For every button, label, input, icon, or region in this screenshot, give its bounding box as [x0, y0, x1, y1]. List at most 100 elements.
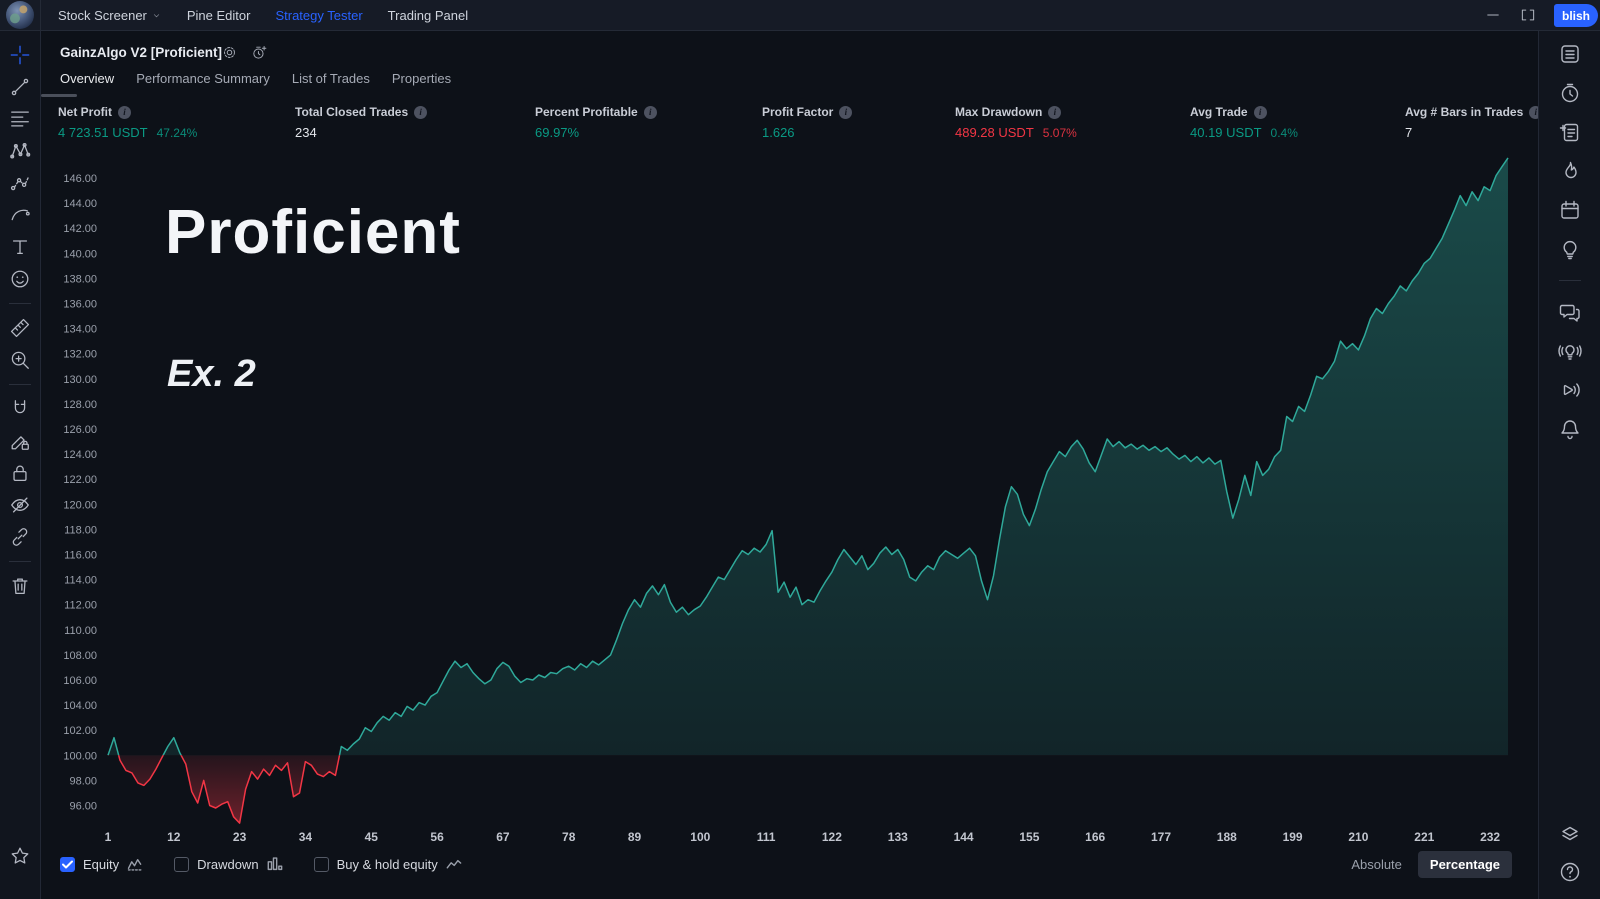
svg-text:155: 155	[1019, 830, 1039, 844]
draw-lock-icon[interactable]	[7, 428, 33, 454]
mode-option-percentage[interactable]: Percentage	[1418, 851, 1512, 878]
svg-text:130.00: 130.00	[63, 374, 97, 386]
svg-text:23: 23	[233, 830, 247, 844]
toggle-label: Drawdown	[197, 857, 258, 872]
calendar-icon[interactable]	[1557, 197, 1583, 223]
svg-text:102.00: 102.00	[63, 725, 97, 737]
hotlists-icon[interactable]	[1557, 158, 1583, 184]
svg-text:118.00: 118.00	[64, 524, 97, 536]
trash-icon[interactable]	[7, 573, 33, 599]
toolbar-divider	[9, 303, 31, 304]
toggle-drawdown[interactable]: Drawdown	[174, 857, 283, 872]
lock-icon[interactable]	[7, 460, 33, 486]
toggle-equity[interactable]: Equity	[60, 857, 144, 872]
strategy-tester-panel: GainzAlgo V2 [Proficient] OverviewPerfor…	[41, 31, 1538, 899]
rail-bottom-group	[1557, 820, 1583, 899]
help-icon[interactable]	[1557, 859, 1583, 885]
svg-text:133: 133	[888, 830, 908, 844]
svg-text:67: 67	[496, 830, 510, 844]
svg-text:122: 122	[822, 830, 842, 844]
toggle-buy-hold-equity[interactable]: Buy & hold equity	[314, 857, 463, 872]
nav-item-trading-panel[interactable]: Trading Panel	[388, 8, 468, 23]
svg-text:124.00: 124.00	[63, 449, 97, 461]
avatar[interactable]	[6, 1, 34, 29]
chat-icon[interactable]	[1557, 299, 1583, 325]
svg-text:188: 188	[1217, 830, 1237, 844]
checkbox-equity[interactable]	[60, 857, 75, 872]
svg-text:114.00: 114.00	[64, 575, 97, 587]
svg-text:100.00: 100.00	[63, 750, 97, 762]
svg-text:210: 210	[1348, 830, 1368, 844]
nav-item-strategy-tester[interactable]: Strategy Tester	[275, 8, 362, 23]
notes-add-icon[interactable]	[1557, 119, 1583, 145]
hide-icon[interactable]	[7, 492, 33, 518]
magnet-icon[interactable]	[7, 396, 33, 422]
publish-button[interactable]: blish	[1554, 4, 1598, 27]
nav-item-stock-screener[interactable]: Stock Screener	[58, 8, 162, 23]
svg-text:177: 177	[1151, 830, 1171, 844]
svg-text:45: 45	[365, 830, 379, 844]
brush-icon[interactable]	[7, 202, 33, 228]
chart-footer: Equity Drawdown Buy & hold equity Absolute…	[41, 846, 1538, 882]
mode-option-absolute[interactable]: Absolute	[1351, 857, 1402, 872]
ideas-icon[interactable]	[1557, 236, 1583, 262]
notifications-icon[interactable]	[1557, 416, 1583, 442]
checkbox-buy-hold-equity[interactable]	[314, 857, 329, 872]
svg-text:56: 56	[430, 830, 444, 844]
avatar-cell	[0, 0, 41, 30]
crosshair-icon[interactable]	[7, 42, 33, 68]
svg-text:98.00: 98.00	[69, 775, 97, 787]
toolbar-divider	[9, 384, 31, 385]
svg-text:132.00: 132.00	[63, 349, 97, 361]
svg-text:144.00: 144.00	[63, 198, 97, 210]
main-nav: Stock Screener Pine Editor Strategy Tester…	[58, 8, 468, 23]
chevron-down-icon	[151, 10, 162, 21]
svg-text:166: 166	[1085, 830, 1105, 844]
svg-text:126.00: 126.00	[63, 424, 97, 436]
emoji-icon[interactable]	[7, 266, 33, 292]
trend-line-icon[interactable]	[7, 74, 33, 100]
svg-text:128.00: 128.00	[63, 399, 97, 411]
star-icon[interactable]	[7, 843, 33, 869]
toolbar-divider	[1559, 280, 1581, 281]
text-icon[interactable]	[7, 234, 33, 260]
rail-bottom-group	[7, 843, 33, 899]
fib-retracement-icon[interactable]	[7, 106, 33, 132]
svg-text:106.00: 106.00	[63, 675, 97, 687]
streams-icon[interactable]	[1557, 377, 1583, 403]
drawing-toolbar	[0, 31, 41, 899]
forecast-icon[interactable]	[7, 170, 33, 196]
nav-item-label: Stock Screener	[58, 8, 147, 23]
nav-item-label: Trading Panel	[388, 8, 468, 23]
svg-text:110.00: 110.00	[64, 625, 97, 637]
checkbox-drawdown[interactable]	[174, 857, 189, 872]
window-controls	[1483, 5, 1538, 25]
minds-icon[interactable]	[1557, 338, 1583, 364]
minimize-icon[interactable]	[1483, 5, 1503, 25]
equity-chart[interactable]: 146.00144.00142.00140.00138.00136.00134.…	[41, 31, 1538, 899]
buyhold-mini-icon	[446, 857, 463, 871]
drawdown-mini-icon	[267, 857, 284, 871]
series-toggles: Equity Drawdown Buy & hold equity	[60, 857, 463, 872]
nav-item-pine-editor[interactable]: Pine Editor	[187, 8, 251, 23]
svg-text:142.00: 142.00	[63, 223, 97, 235]
link-icon[interactable]	[7, 524, 33, 550]
xabcd-pattern-icon[interactable]	[7, 138, 33, 164]
alerts-icon[interactable]	[1557, 80, 1583, 106]
equity-mini-icon	[127, 857, 144, 871]
svg-text:111: 111	[757, 830, 776, 844]
display-mode-switch: Absolute Percentage	[1351, 851, 1512, 878]
svg-text:120.00: 120.00	[63, 499, 97, 511]
restore-icon[interactable]	[1518, 5, 1538, 25]
svg-text:232: 232	[1480, 830, 1500, 844]
watchlist-icon[interactable]	[1557, 41, 1583, 67]
ruler-icon[interactable]	[7, 315, 33, 341]
svg-text:96.00: 96.00	[69, 801, 97, 813]
svg-text:112.00: 112.00	[64, 600, 97, 612]
zoom-in-icon[interactable]	[7, 347, 33, 373]
svg-text:104.00: 104.00	[63, 700, 97, 712]
object-tree-icon[interactable]	[1557, 820, 1583, 846]
svg-text:122.00: 122.00	[63, 474, 97, 486]
nav-item-label: Pine Editor	[187, 8, 251, 23]
svg-text:140.00: 140.00	[63, 248, 97, 260]
